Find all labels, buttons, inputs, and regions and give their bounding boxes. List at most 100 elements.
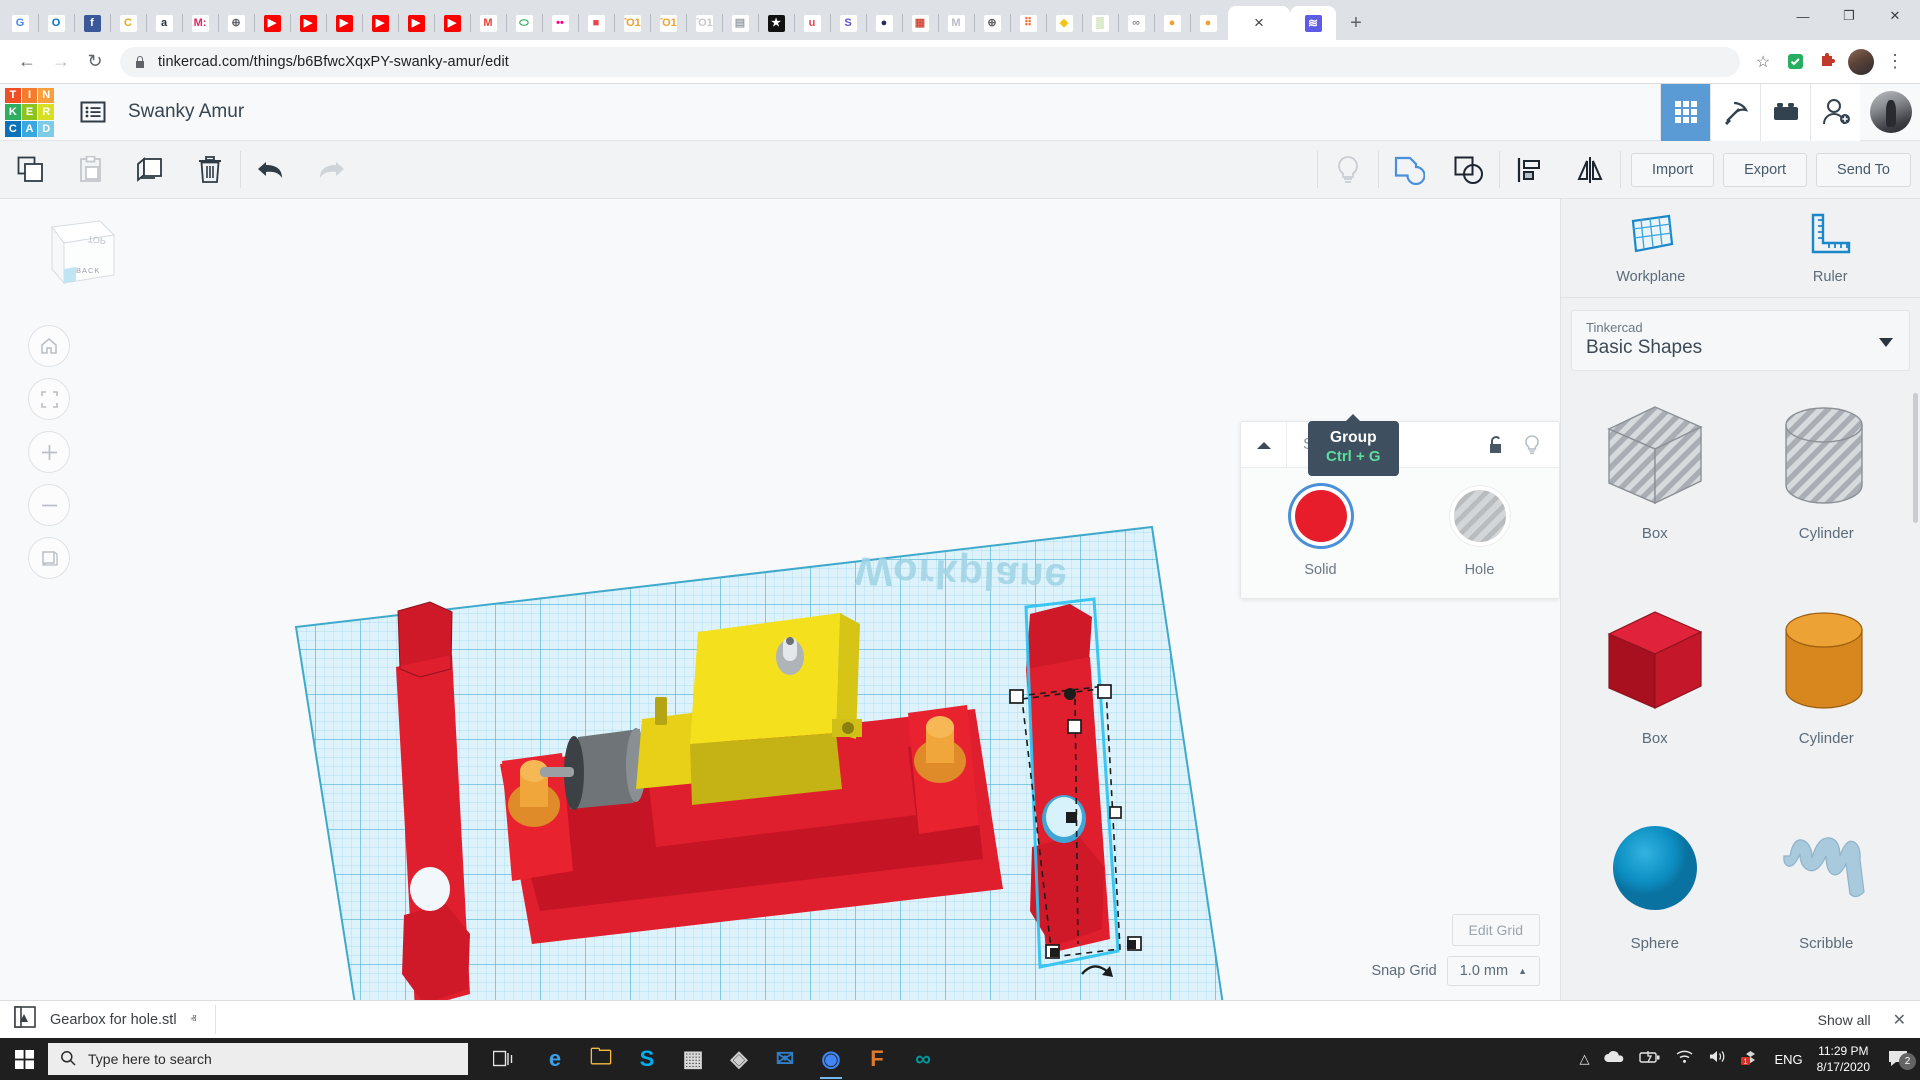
sidebar-tool-workplane[interactable]: Workplane xyxy=(1561,213,1741,285)
duplicate-icon[interactable] xyxy=(120,141,180,198)
puzzle-extension-icon[interactable] xyxy=(1812,47,1842,77)
edit-grid-button[interactable]: Edit Grid xyxy=(1452,914,1540,946)
zoom-in-icon[interactable] xyxy=(28,431,70,473)
note-lightbulb-icon[interactable] xyxy=(1318,141,1378,198)
model-geometry[interactable] xyxy=(0,199,1560,1000)
browser-tab[interactable]: ● xyxy=(1190,6,1226,40)
shape-item-sphere[interactable]: Sphere xyxy=(1569,803,1741,993)
delete-trash-icon[interactable] xyxy=(180,141,240,198)
browser-tab[interactable]: ▶ xyxy=(398,6,434,40)
forward-icon[interactable]: → xyxy=(44,45,78,79)
avatar[interactable] xyxy=(1870,91,1912,133)
browser-tab[interactable]: ▶ xyxy=(326,6,362,40)
browser-tab[interactable]: M xyxy=(938,6,974,40)
back-icon[interactable]: ← xyxy=(10,45,44,79)
new-tab-button[interactable]: + xyxy=(1342,9,1370,37)
skype-icon[interactable]: S xyxy=(624,1038,670,1080)
swatch-hole[interactable]: Hole xyxy=(1400,490,1559,578)
shape-item-scribble[interactable]: Scribble xyxy=(1741,803,1913,993)
browser-tab[interactable]: G xyxy=(2,6,38,40)
ungroup-icon[interactable] xyxy=(1439,141,1499,198)
windows-start-icon[interactable] xyxy=(0,1050,48,1069)
swatch-solid[interactable]: Solid xyxy=(1241,490,1400,578)
download-item[interactable]: Gearbox for hole.stl ⱏ xyxy=(14,1005,216,1034)
profile-avatar[interactable] xyxy=(1848,49,1874,75)
shape-item-cylinder[interactable]: Cylinder xyxy=(1741,393,1913,583)
unlock-icon[interactable] xyxy=(1481,430,1511,460)
shape-item-cylinder[interactable]: Cylinder xyxy=(1741,598,1913,788)
fit-all-icon[interactable] xyxy=(28,378,70,420)
chevron-down-icon[interactable] xyxy=(1879,338,1893,347)
predator-icon[interactable]: ◈ xyxy=(716,1038,762,1080)
store-icon[interactable]: ▦ xyxy=(670,1038,716,1080)
align-icon[interactable] xyxy=(1500,141,1560,198)
sidebar-scrollbar[interactable] xyxy=(1913,393,1918,523)
add-user-icon[interactable] xyxy=(1810,84,1860,141)
browser-tab[interactable]: ∞ xyxy=(1118,6,1154,40)
browser-tab[interactable]: S xyxy=(830,6,866,40)
zoom-out-icon[interactable] xyxy=(28,484,70,526)
solid-swatch-circle[interactable] xyxy=(1295,490,1347,542)
browser-tab[interactable]: ⬭ xyxy=(506,6,542,40)
arduino-icon[interactable]: ∞ xyxy=(900,1038,946,1080)
mirror-icon[interactable] xyxy=(1560,141,1620,198)
browser-tab[interactable]: ▶ xyxy=(362,6,398,40)
clock[interactable]: 11:29 PM 8/17/2020 xyxy=(1817,1043,1870,1075)
copy-icon[interactable] xyxy=(0,141,60,198)
close-downloads-icon[interactable]: ✕ xyxy=(1893,1010,1906,1030)
browser-tab[interactable]: ● xyxy=(1154,6,1190,40)
browser-tab[interactable]: ▒ xyxy=(1082,6,1118,40)
undo-icon[interactable] xyxy=(241,141,301,198)
close-icon[interactable]: × xyxy=(1254,13,1264,33)
address-bar[interactable]: tinkercad.com/things/b6BfwcXqxPY-swanky-… xyxy=(120,47,1740,77)
browser-tab[interactable]: O xyxy=(38,6,74,40)
group-icon[interactable] xyxy=(1379,141,1439,198)
gallery-grid-icon[interactable] xyxy=(1660,84,1710,141)
battery-icon[interactable] xyxy=(1639,1050,1661,1069)
redo-icon[interactable] xyxy=(301,141,361,198)
browser-tab[interactable]: Ὂ1 xyxy=(650,6,686,40)
language-indicator[interactable]: ENG xyxy=(1774,1052,1802,1067)
browser-tab[interactable]: f xyxy=(74,6,110,40)
tinkercad-logo[interactable]: TINKERCAD xyxy=(5,88,54,137)
browser-tab[interactable]: ● xyxy=(866,6,902,40)
browser-tab[interactable]: ▦ xyxy=(902,6,938,40)
browser-tab[interactable]: ▶ xyxy=(254,6,290,40)
dropbox-icon[interactable]: 1 xyxy=(1741,1049,1760,1070)
extension-check-icon[interactable] xyxy=(1780,47,1810,77)
pickaxe-icon[interactable] xyxy=(1710,84,1760,141)
reload-icon[interactable]: ↻ xyxy=(78,45,112,79)
browser-tab[interactable]: M: xyxy=(182,6,218,40)
volume-icon[interactable] xyxy=(1708,1049,1727,1069)
browser-tab[interactable]: ◆ xyxy=(1046,6,1082,40)
view-cube[interactable]: TOP BACK xyxy=(38,217,120,299)
action-center-icon[interactable]: 2 xyxy=(1884,1050,1912,1068)
shape-item-box[interactable]: Box xyxy=(1569,393,1741,583)
hole-swatch-circle[interactable] xyxy=(1454,490,1506,542)
caret-up-icon[interactable] xyxy=(1241,422,1287,467)
browser-tab[interactable]: C xyxy=(110,6,146,40)
export-button[interactable]: Export xyxy=(1723,153,1807,187)
browser-tab[interactable]: ⊕ xyxy=(218,6,254,40)
browser-tab[interactable]: u xyxy=(794,6,830,40)
chrome-icon[interactable]: ◉ xyxy=(808,1038,854,1080)
chrome-menu-icon[interactable]: ⋮ xyxy=(1880,47,1910,77)
wifi-icon[interactable] xyxy=(1675,1049,1694,1069)
blocks-icon[interactable] xyxy=(1760,84,1810,141)
lightbulb-icon[interactable] xyxy=(1517,430,1547,460)
browser-tab[interactable]: ▶ xyxy=(290,6,326,40)
sidebar-tool-ruler[interactable]: Ruler xyxy=(1741,213,1920,285)
active-browser-tab[interactable]: × xyxy=(1228,6,1290,40)
show-all-downloads-button[interactable]: Show all xyxy=(1818,1012,1871,1028)
browser-tab[interactable]: ★ xyxy=(758,6,794,40)
browser-tab[interactable]: a xyxy=(146,6,182,40)
browser-tab[interactable]: ⠿ xyxy=(1010,6,1046,40)
list-menu-icon[interactable] xyxy=(76,95,110,129)
import-button[interactable]: Import xyxy=(1631,153,1714,187)
browser-tab[interactable]: Ὂ1 xyxy=(614,6,650,40)
current-browser-tab[interactable]: ≋ xyxy=(1290,6,1336,40)
minimize-button[interactable]: — xyxy=(1780,0,1826,32)
bookmark-star-icon[interactable]: ☆ xyxy=(1748,47,1778,77)
send-to-button[interactable]: Send To xyxy=(1816,153,1911,187)
mail-icon[interactable]: ✉ xyxy=(762,1038,808,1080)
